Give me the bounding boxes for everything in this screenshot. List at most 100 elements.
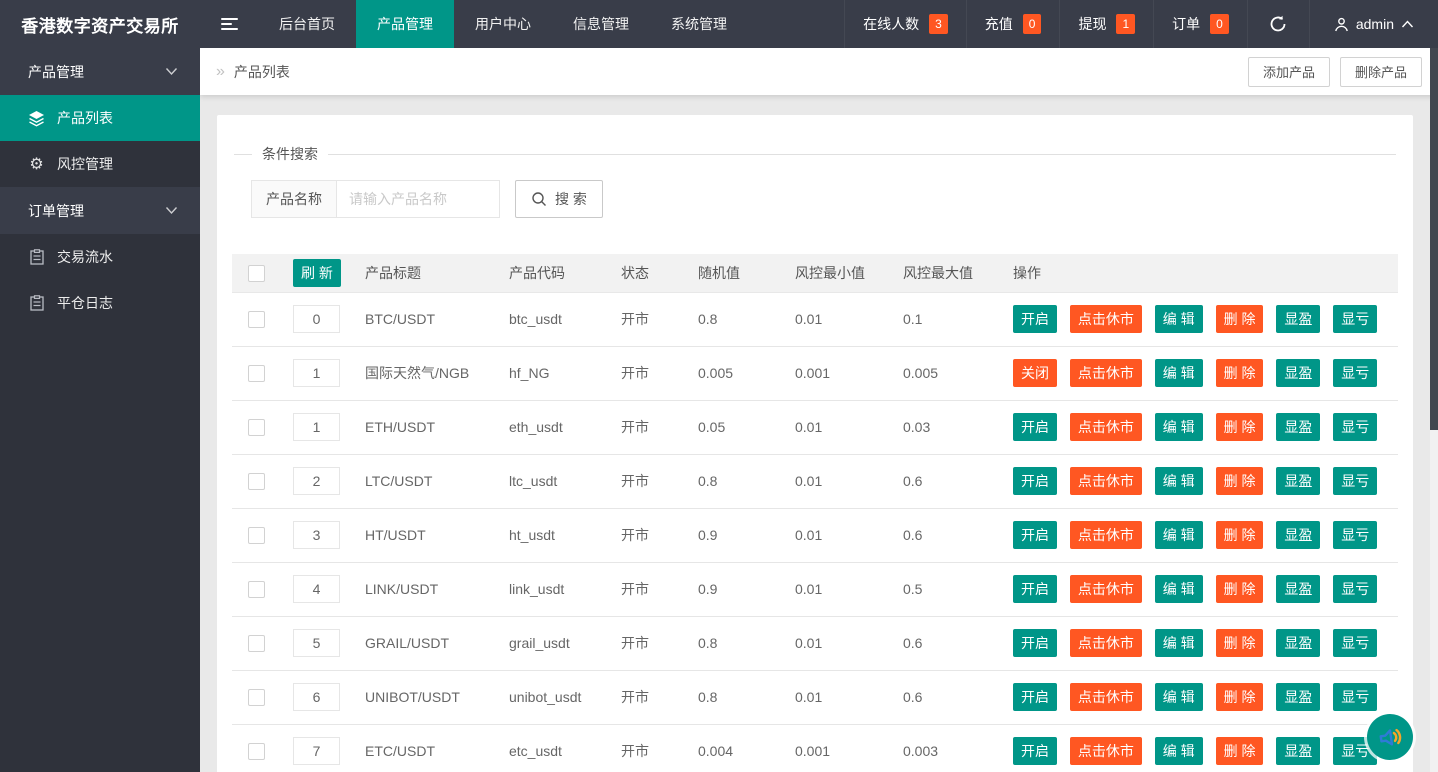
toggle-market-button[interactable]: 开启 (1013, 305, 1057, 333)
row-checkbox[interactable] (248, 635, 265, 652)
row-checkbox[interactable] (248, 743, 265, 760)
sidebar-item-risk-management[interactable]: ⚙ 风控管理 (0, 141, 200, 187)
show-loss-button[interactable]: 显亏 (1333, 413, 1377, 441)
select-all-checkbox[interactable] (248, 265, 265, 282)
delete-button[interactable]: 删 除 (1216, 521, 1264, 549)
sort-input[interactable] (293, 359, 340, 387)
pause-market-button[interactable]: 点击休市 (1070, 575, 1142, 603)
search-button[interactable]: 搜 索 (515, 180, 603, 218)
sort-input[interactable] (293, 413, 340, 441)
delete-button[interactable]: 删 除 (1216, 359, 1264, 387)
delete-button[interactable]: 删 除 (1216, 305, 1264, 333)
nav-item-home[interactable]: 后台首页 (258, 0, 356, 48)
nav-item-system[interactable]: 系统管理 (650, 0, 748, 48)
sort-input[interactable] (293, 467, 340, 495)
search-row: 产品名称 搜 索 (251, 180, 1396, 218)
delete-product-button[interactable]: 删除产品 (1340, 57, 1422, 87)
pause-market-button[interactable]: 点击休市 (1070, 359, 1142, 387)
delete-button[interactable]: 删 除 (1216, 737, 1264, 765)
edit-button[interactable]: 编 辑 (1155, 737, 1203, 765)
show-loss-button[interactable]: 显亏 (1333, 683, 1377, 711)
stat-online-users[interactable]: 在线人数 3 (844, 0, 966, 48)
edit-button[interactable]: 编 辑 (1155, 575, 1203, 603)
sort-input[interactable] (293, 683, 340, 711)
pause-market-button[interactable]: 点击休市 (1070, 683, 1142, 711)
show-loss-button[interactable]: 显亏 (1333, 467, 1377, 495)
row-checkbox[interactable] (248, 689, 265, 706)
show-loss-button[interactable]: 显亏 (1333, 305, 1377, 333)
show-loss-button[interactable]: 显亏 (1333, 575, 1377, 603)
edit-button[interactable]: 编 辑 (1155, 413, 1203, 441)
refresh-button[interactable] (1247, 0, 1309, 48)
toggle-market-button[interactable]: 开启 (1013, 521, 1057, 549)
pause-market-button[interactable]: 点击休市 (1070, 305, 1142, 333)
toggle-market-button[interactable]: 开启 (1013, 683, 1057, 711)
show-profit-button[interactable]: 显盈 (1276, 305, 1320, 333)
sidebar-group-order-management[interactable]: 订单管理 (0, 187, 200, 234)
row-checkbox[interactable] (248, 311, 265, 328)
sidebar-item-close-position-log[interactable]: 平仓日志 (0, 280, 200, 326)
pause-market-button[interactable]: 点击休市 (1070, 737, 1142, 765)
sidebar-item-product-list[interactable]: 产品列表 (0, 95, 200, 141)
sort-input[interactable] (293, 629, 340, 657)
edit-button[interactable]: 编 辑 (1155, 467, 1203, 495)
show-profit-button[interactable]: 显盈 (1276, 575, 1320, 603)
scrollbar-thumb[interactable] (1430, 48, 1438, 430)
pause-market-button[interactable]: 点击休市 (1070, 413, 1142, 441)
row-checkbox[interactable] (248, 473, 265, 490)
delete-button[interactable]: 删 除 (1216, 575, 1264, 603)
edit-button[interactable]: 编 辑 (1155, 629, 1203, 657)
nav-item-users[interactable]: 用户中心 (454, 0, 552, 48)
delete-button[interactable]: 删 除 (1216, 467, 1264, 495)
row-checkbox[interactable] (248, 527, 265, 544)
show-profit-button[interactable]: 显盈 (1276, 683, 1320, 711)
delete-button[interactable]: 删 除 (1216, 683, 1264, 711)
user-menu[interactable]: admin (1309, 0, 1438, 48)
sort-input[interactable] (293, 575, 340, 603)
edit-button[interactable]: 编 辑 (1155, 521, 1203, 549)
row-checkbox[interactable] (248, 581, 265, 598)
row-checkbox[interactable] (248, 365, 265, 382)
risk-max-cell: 0.1 (888, 292, 998, 346)
show-profit-button[interactable]: 显盈 (1276, 521, 1320, 549)
toggle-market-button[interactable]: 开启 (1013, 413, 1057, 441)
show-profit-button[interactable]: 显盈 (1276, 629, 1320, 657)
pause-market-button[interactable]: 点击休市 (1070, 521, 1142, 549)
nav-item-products[interactable]: 产品管理 (356, 0, 454, 48)
add-product-button[interactable]: 添加产品 (1248, 57, 1330, 87)
edit-button[interactable]: 编 辑 (1155, 305, 1203, 333)
pause-market-button[interactable]: 点击休市 (1070, 467, 1142, 495)
announcement-button[interactable] (1367, 714, 1413, 760)
show-profit-button[interactable]: 显盈 (1276, 359, 1320, 387)
show-profit-button[interactable]: 显盈 (1276, 467, 1320, 495)
toggle-market-button[interactable]: 开启 (1013, 629, 1057, 657)
show-loss-button[interactable]: 显亏 (1333, 629, 1377, 657)
show-loss-button[interactable]: 显亏 (1333, 521, 1377, 549)
delete-button[interactable]: 删 除 (1216, 629, 1264, 657)
refresh-table-button[interactable]: 刷 新 (293, 259, 341, 287)
toggle-market-button[interactable]: 关闭 (1013, 359, 1057, 387)
sidebar-group-product-management[interactable]: 产品管理 (0, 48, 200, 95)
show-loss-button[interactable]: 显亏 (1333, 359, 1377, 387)
toggle-market-button[interactable]: 开启 (1013, 737, 1057, 765)
show-profit-button[interactable]: 显盈 (1276, 737, 1320, 765)
stat-withdrawals[interactable]: 提现 1 (1059, 0, 1153, 48)
stat-deposits[interactable]: 充值 0 (966, 0, 1060, 48)
product-name-input[interactable] (336, 180, 500, 218)
risk-min-cell: 0.01 (780, 292, 888, 346)
delete-button[interactable]: 删 除 (1216, 413, 1264, 441)
toggle-market-button[interactable]: 开启 (1013, 575, 1057, 603)
sort-input[interactable] (293, 521, 340, 549)
sort-input[interactable] (293, 737, 340, 765)
pause-market-button[interactable]: 点击休市 (1070, 629, 1142, 657)
sidebar-item-trade-records[interactable]: 交易流水 (0, 234, 200, 280)
show-profit-button[interactable]: 显盈 (1276, 413, 1320, 441)
sidebar-toggle-button[interactable] (200, 0, 258, 48)
toggle-market-button[interactable]: 开启 (1013, 467, 1057, 495)
stat-orders[interactable]: 订单 0 (1153, 0, 1247, 48)
nav-item-info[interactable]: 信息管理 (552, 0, 650, 48)
edit-button[interactable]: 编 辑 (1155, 683, 1203, 711)
edit-button[interactable]: 编 辑 (1155, 359, 1203, 387)
sort-input[interactable] (293, 305, 340, 333)
row-checkbox[interactable] (248, 419, 265, 436)
